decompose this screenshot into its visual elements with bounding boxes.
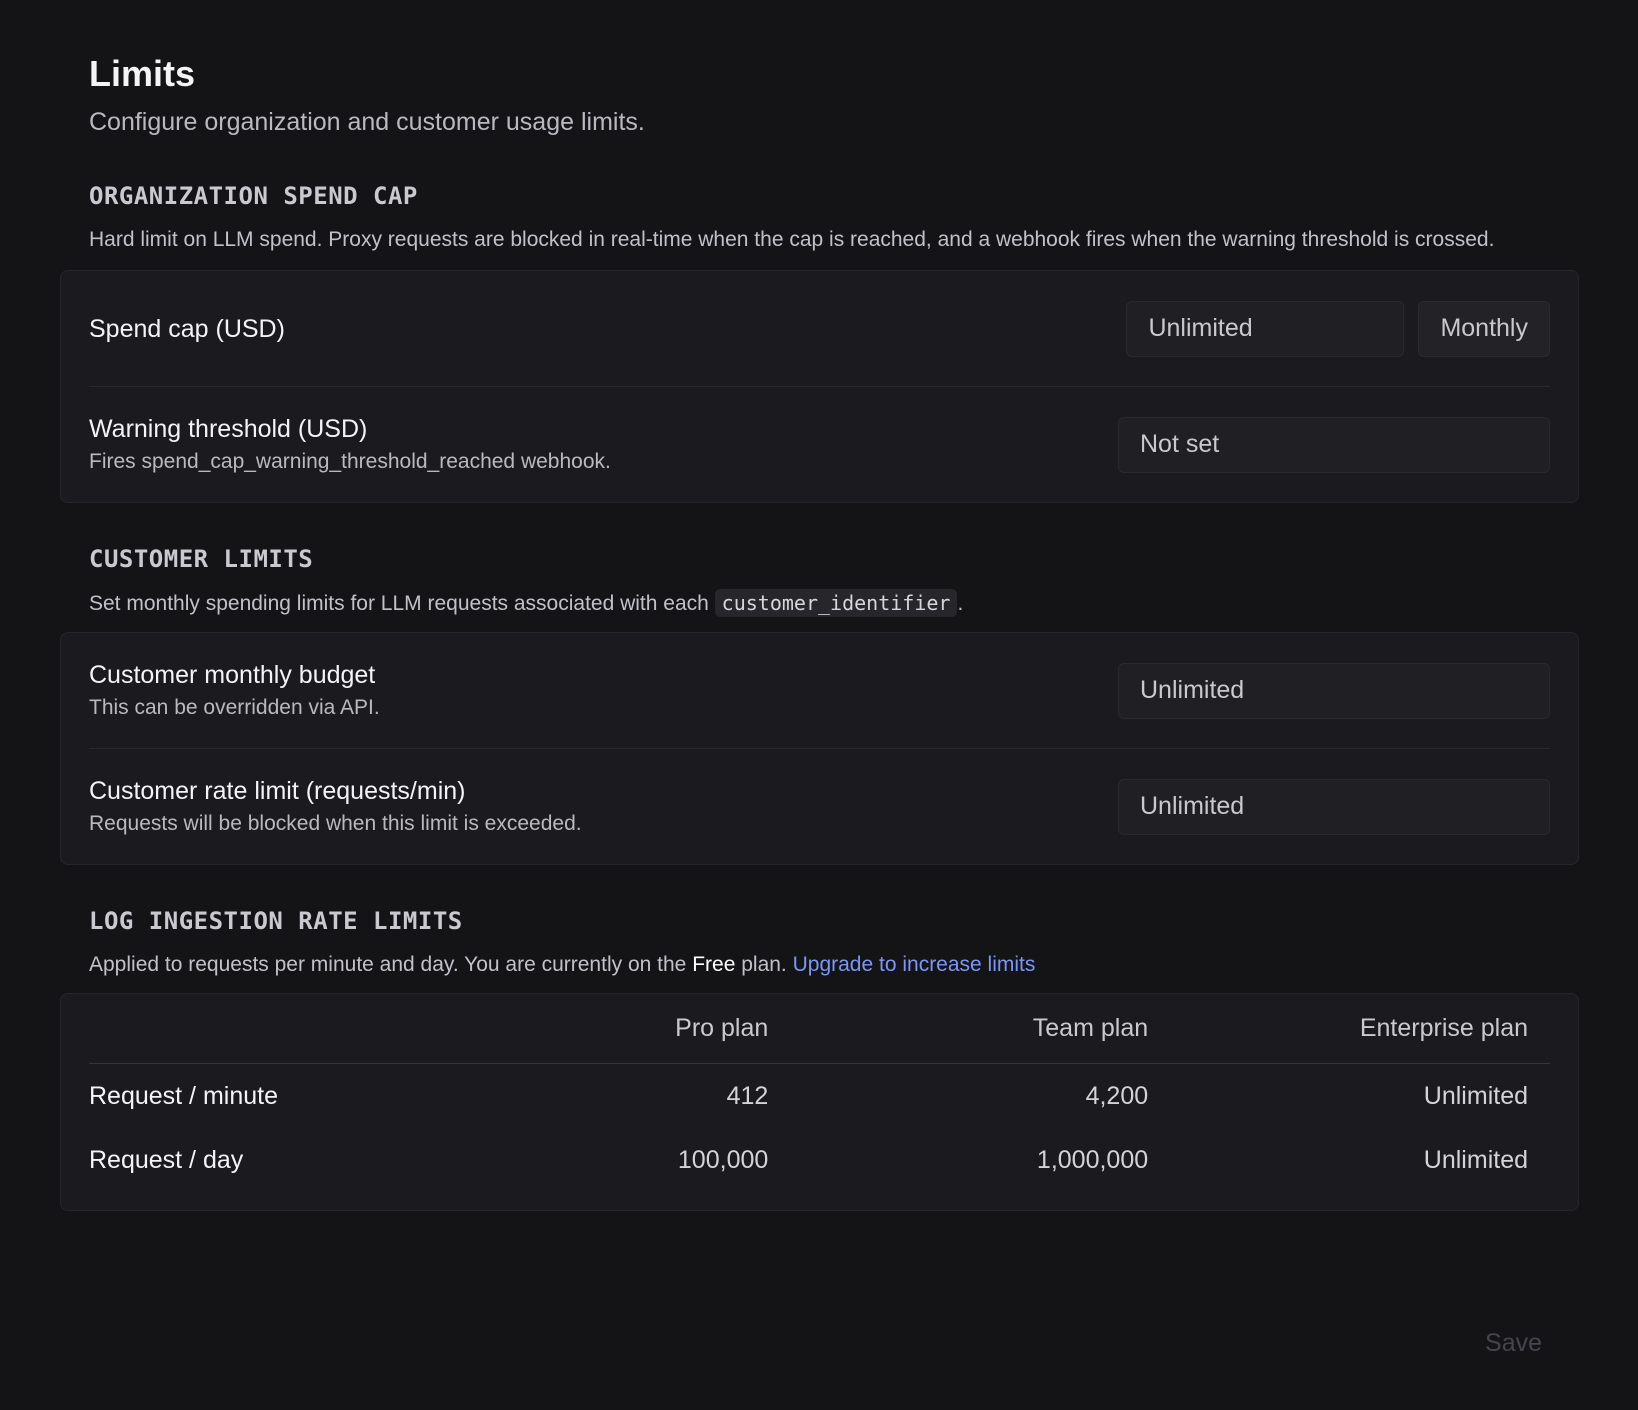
warning-threshold-input[interactable]: Not set [1118, 416, 1550, 473]
customer-limits-heading: CUSTOMER LIMITS [89, 545, 314, 573]
customer-rate-limit-row: Customer rate limit (requests/min) Reque… [89, 749, 1550, 864]
table-header-row: Pro plan Team plan Enterprise plan [89, 994, 1550, 1064]
customer-identifier-code: customer_identifier [714, 589, 958, 617]
table-cell: Unlimited [1423, 1145, 1528, 1174]
upgrade-link[interactable]: Upgrade to increase limits [793, 953, 1036, 976]
customer-monthly-budget-row: Customer monthly budget This can be over… [89, 633, 1550, 749]
table-row: Request / minute 412 4,200 Unlimited [89, 1064, 1550, 1129]
page-title: Limits [89, 53, 196, 94]
customer-rate-limit-help: Requests will be blocked when this limit… [89, 811, 582, 835]
org-spend-cap-section: ORGANIZATION SPEND CAP Hard limit on LLM… [60, 178, 1579, 503]
log-ingestion-heading: LOG INGESTION RATE LIMITS [89, 907, 463, 935]
table-cell: 100,000 [677, 1145, 769, 1174]
log-ingestion-card: Pro plan Team plan Enterprise plan Reque… [60, 993, 1579, 1211]
org-spend-cap-heading: ORGANIZATION SPEND CAP [89, 182, 418, 210]
table-row: Request / day 100,000 1,000,000 Unlimite… [89, 1128, 1550, 1192]
table-cell: 4,200 [1085, 1081, 1149, 1110]
current-plan-name: Free [692, 953, 736, 976]
page-subtitle: Configure organization and customer usag… [89, 108, 645, 136]
row-label: Request / minute [89, 1081, 278, 1110]
row-label: Request / day [89, 1145, 244, 1174]
log-ingestion-description: Applied to requests per minute and day. … [89, 953, 1036, 976]
customer-limits-description: Set monthly spending limits for LLM requ… [89, 589, 964, 617]
log-ingestion-table: Pro plan Team plan Enterprise plan Reque… [89, 994, 1550, 1192]
table-cell: Unlimited [1423, 1081, 1528, 1110]
customer-limits-section: CUSTOMER LIMITS Set monthly spending lim… [60, 541, 1579, 865]
spend-cap-label: Spend cap (USD) [89, 314, 285, 343]
log-ingestion-section: LOG INGESTION RATE LIMITS Applied to req… [60, 903, 1579, 1211]
warning-threshold-label: Warning threshold (USD) [89, 414, 368, 443]
spend-cap-period-select[interactable]: Monthly [1418, 300, 1550, 357]
customer-monthly-budget-label: Customer monthly budget [89, 660, 376, 689]
save-button[interactable]: Save [1485, 1329, 1542, 1358]
org-spend-cap-card: Spend cap (USD) Unlimited Monthly Warnin… [60, 270, 1579, 503]
warning-threshold-help: Fires spend_cap_warning_threshold_reache… [89, 449, 611, 473]
table-cell: 412 [726, 1081, 769, 1110]
column-header-enterprise: Enterprise plan [1170, 994, 1550, 1064]
limits-page: Limits Configure organization and custom… [0, 0, 1638, 1410]
customer-monthly-budget-help: This can be overridden via API. [89, 695, 380, 719]
table-cell: 1,000,000 [1036, 1145, 1149, 1174]
customer-rate-limit-input[interactable]: Unlimited [1118, 778, 1550, 835]
spend-cap-input[interactable]: Unlimited [1126, 300, 1405, 357]
org-spend-cap-description: Hard limit on LLM spend. Proxy requests … [89, 228, 1495, 251]
warning-threshold-row: Warning threshold (USD) Fires spend_cap_… [89, 387, 1550, 502]
customer-monthly-budget-input[interactable]: Unlimited [1118, 662, 1550, 719]
customer-rate-limit-label: Customer rate limit (requests/min) [89, 776, 466, 805]
column-header-pro: Pro plan [425, 994, 791, 1064]
spend-cap-row: Spend cap (USD) Unlimited Monthly [89, 271, 1550, 387]
customer-limits-card: Customer monthly budget This can be over… [60, 632, 1579, 865]
column-header-team: Team plan [790, 994, 1171, 1064]
